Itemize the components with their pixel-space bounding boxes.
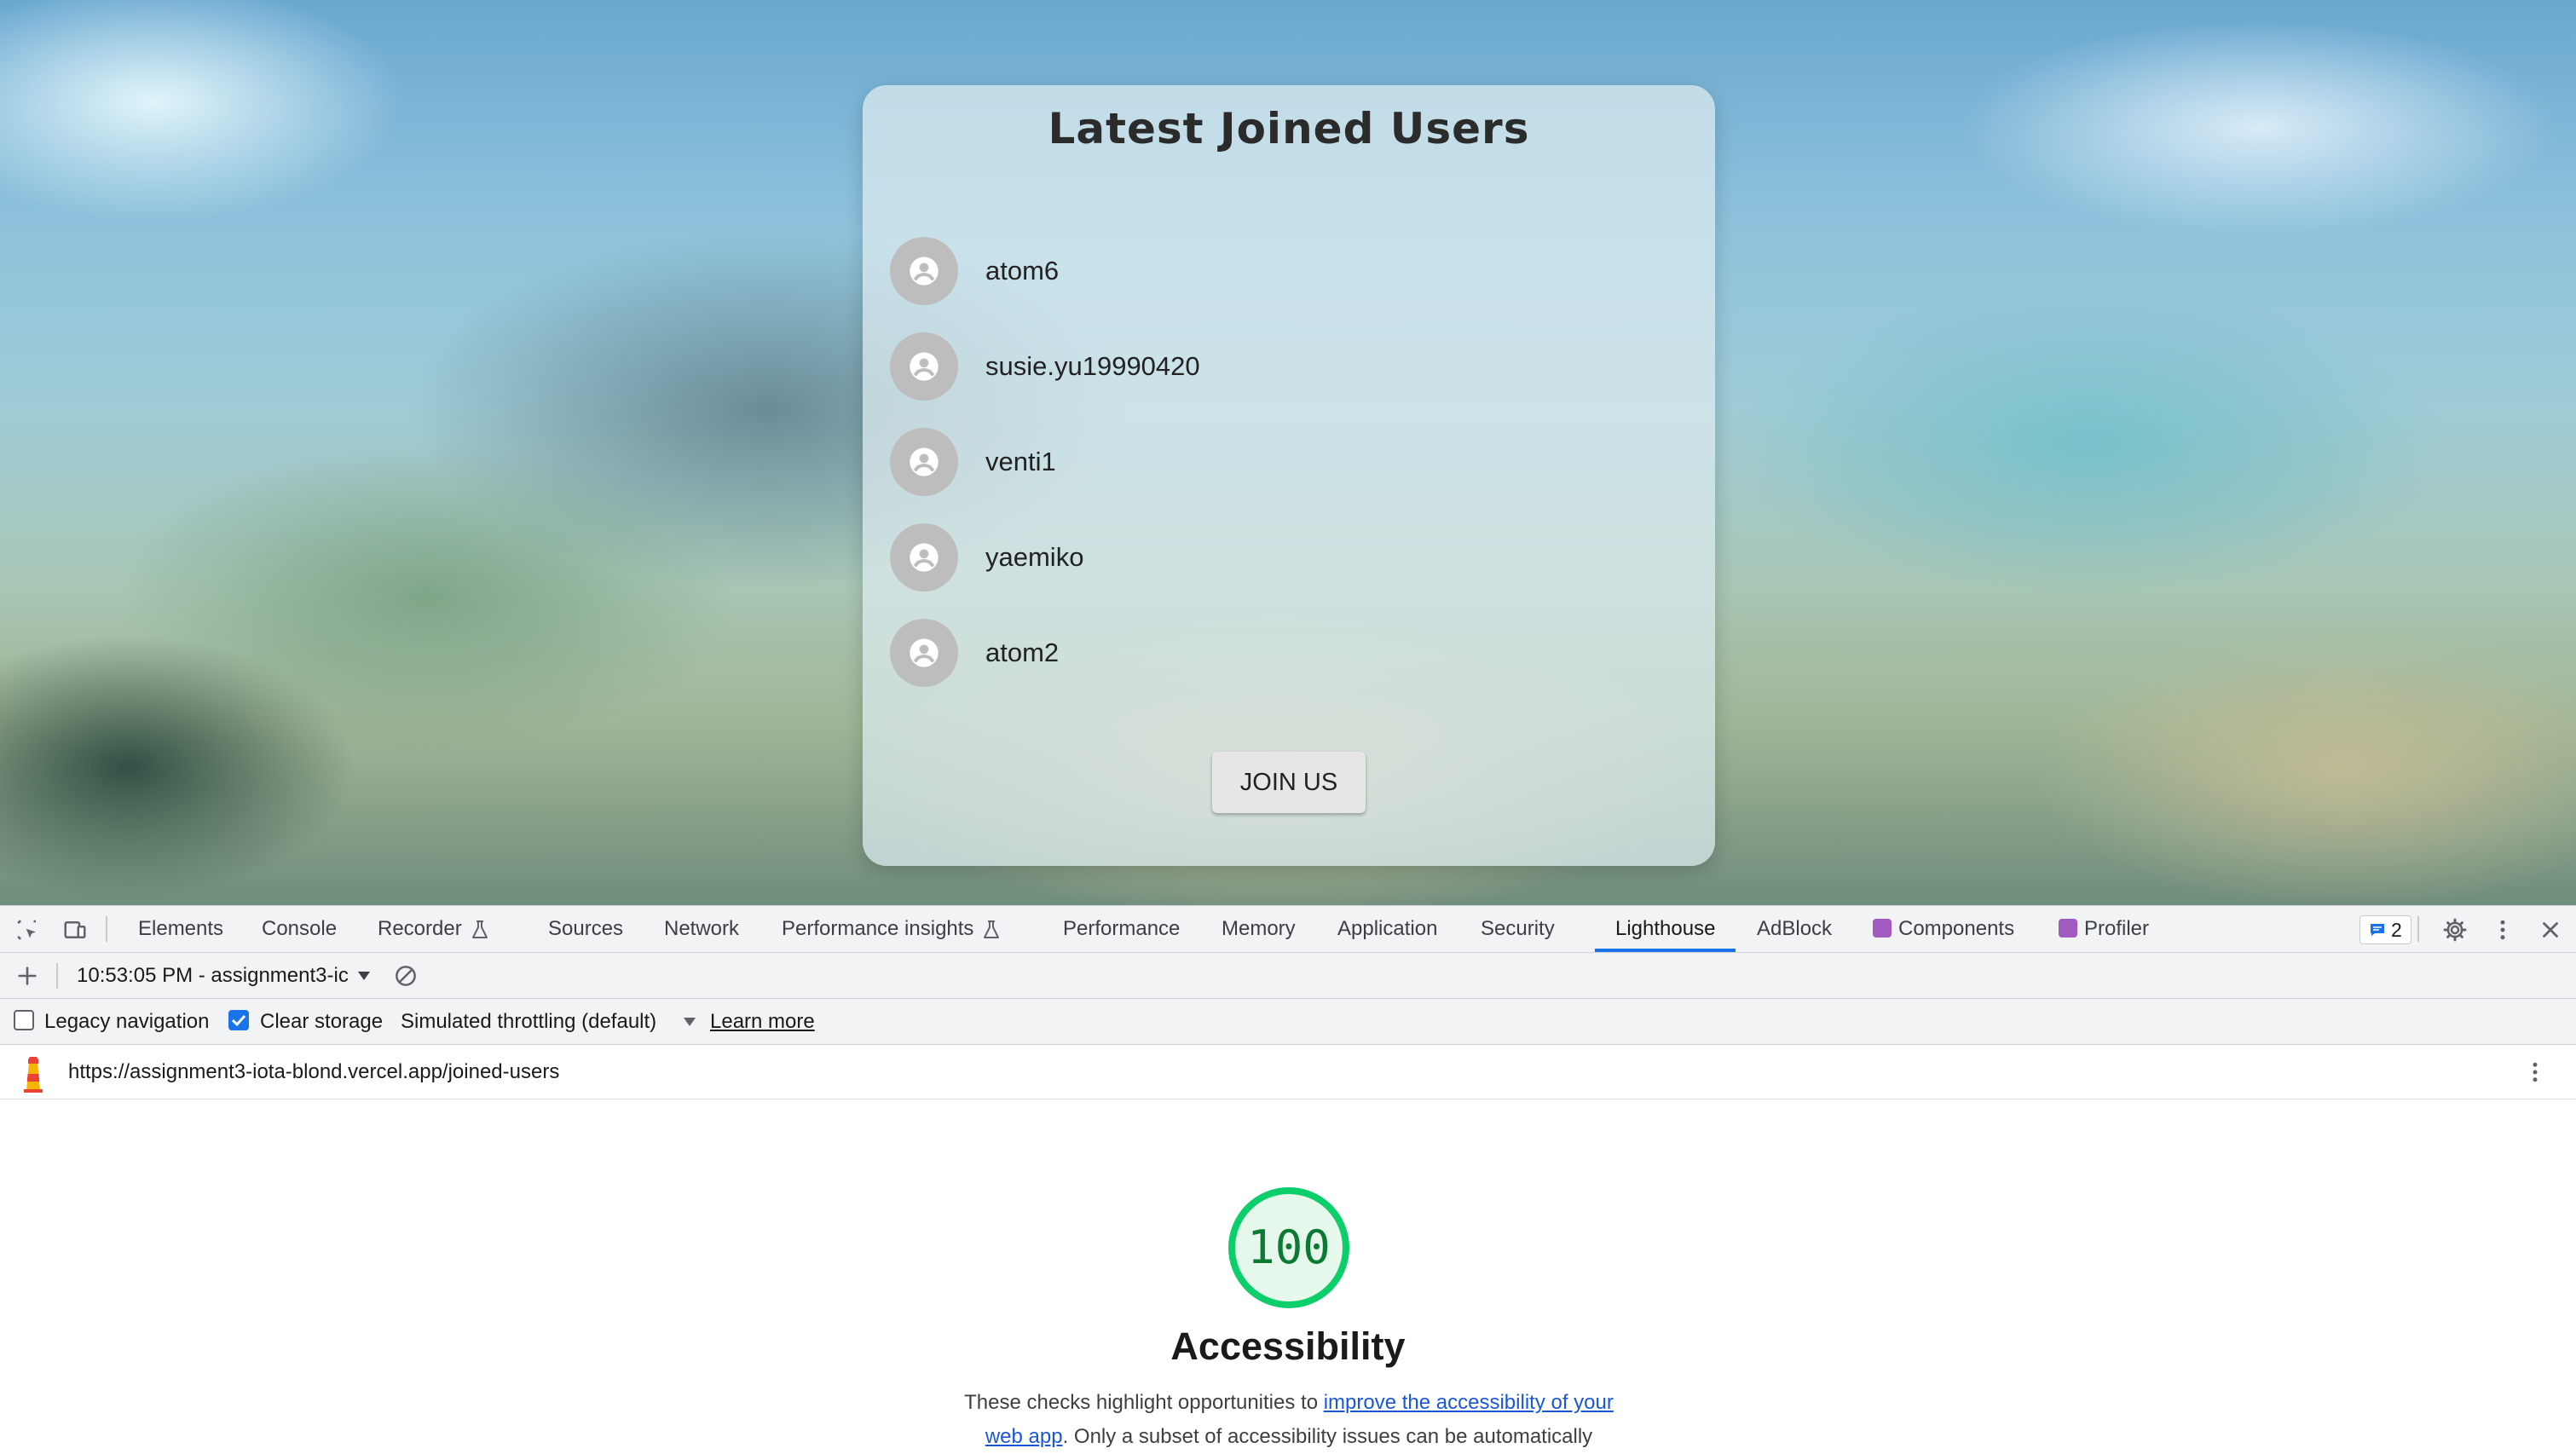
page-viewport: Latest Joined Users atom6 susie.yu199904…: [0, 0, 2576, 905]
learn-more-link[interactable]: Learn more: [710, 999, 815, 1044]
chevron-down-icon: [357, 972, 370, 980]
joined-users-card: Latest Joined Users atom6 susie.yu199904…: [863, 85, 1715, 866]
card-title: Latest Joined Users: [1048, 104, 1530, 153]
chevron-down-icon: [684, 1018, 696, 1026]
report-select[interactable]: 10:53:05 PM - assignment3-ic: [77, 953, 372, 998]
avatar: [890, 619, 958, 687]
report-select-value: 10:53:05 PM - assignment3-ic: [77, 964, 349, 987]
devtools-panel: Elements Console Recorder Sources Networ…: [0, 905, 2576, 1448]
avatar: [890, 332, 958, 401]
toolbar-divider: [106, 916, 107, 942]
issues-count: 2: [2391, 919, 2402, 941]
description-text: . Only a subset of accessibility issues …: [1062, 1425, 1593, 1448]
react-extension-icon: [2059, 918, 2077, 938]
lighthouse-icon: [19, 1055, 48, 1097]
report-url-bar: https://assignment3-iota-blond.vercel.ap…: [0, 1045, 2576, 1099]
tab-components[interactable]: Components: [1873, 906, 2014, 952]
tab-label: Profiler: [2084, 917, 2150, 940]
gear-icon[interactable]: [2441, 916, 2469, 943]
list-item[interactable]: susie.yu19990420: [890, 319, 1200, 414]
flask-icon: [471, 920, 488, 938]
react-extension-icon: [1873, 918, 1892, 938]
list-item[interactable]: yaemiko: [890, 510, 1200, 605]
category-description: These checks highlight opportunities to …: [946, 1386, 1632, 1454]
username: atom2: [985, 638, 1060, 667]
message-icon: [2371, 924, 2384, 936]
clear-storage-checkbox[interactable]: [228, 1010, 249, 1030]
issues-button[interactable]: 2: [2359, 915, 2411, 944]
lighthouse-options-bar: Legacy navigation Clear storage Simulate…: [0, 999, 2576, 1045]
user-icon: [910, 638, 939, 667]
plus-icon[interactable]: [14, 962, 41, 990]
avatar: [890, 428, 958, 496]
throttling-dropdown[interactable]: [682, 999, 697, 1044]
more-options-icon[interactable]: [2521, 1059, 2549, 1086]
user-icon: [910, 543, 939, 572]
lighthouse-report: 100 Accessibility These checks highlight…: [0, 1099, 2576, 1448]
devtools-tab-bar: Elements Console Recorder Sources Networ…: [0, 905, 2576, 953]
tab-memory[interactable]: Memory: [1222, 906, 1296, 952]
avatar: [890, 237, 958, 305]
more-options-icon[interactable]: [2489, 916, 2516, 943]
tab-profiler[interactable]: Profiler: [2059, 906, 2149, 952]
tab-console[interactable]: Console: [262, 906, 337, 952]
list-item[interactable]: atom6: [890, 223, 1200, 319]
user-icon: [910, 257, 939, 286]
list-item[interactable]: atom2: [890, 605, 1200, 701]
list-item[interactable]: venti1: [890, 414, 1200, 510]
tab-security[interactable]: Security: [1481, 906, 1555, 952]
toolbar-divider: [56, 963, 58, 989]
legacy-navigation-label: Legacy navigation: [44, 1010, 210, 1033]
close-icon[interactable]: [2537, 916, 2564, 943]
username: atom6: [985, 256, 1060, 286]
tab-label: Performance insights: [782, 917, 974, 940]
username: yaemiko: [985, 542, 1084, 572]
tab-performance-insights[interactable]: Performance insights: [782, 906, 1001, 952]
report-url: https://assignment3-iota-blond.vercel.ap…: [68, 1060, 560, 1083]
throttling-status: Simulated throttling (default): [401, 1010, 657, 1033]
clear-icon[interactable]: [392, 962, 419, 990]
user-icon: [910, 352, 939, 381]
score-value: 100: [1247, 1220, 1331, 1274]
tab-network[interactable]: Network: [664, 906, 739, 952]
device-toolbar-icon[interactable]: [61, 916, 89, 943]
tab-label: Recorder: [378, 917, 462, 940]
tab-performance[interactable]: Performance: [1063, 906, 1180, 952]
user-icon: [910, 447, 939, 476]
toolbar-divider: [2417, 916, 2419, 942]
inspect-element-icon[interactable]: [14, 916, 41, 943]
user-list: atom6 susie.yu19990420 venti1 yaemiko at…: [890, 223, 1200, 701]
category-title: Accessibility: [1170, 1324, 1406, 1368]
tab-label: Components: [1898, 917, 2015, 940]
description-text: These checks highlight opportunities to: [964, 1391, 1324, 1414]
username: susie.yu19990420: [985, 351, 1200, 381]
tab-lighthouse[interactable]: Lighthouse: [1594, 906, 1736, 952]
flask-icon: [984, 920, 1000, 938]
avatar: [890, 523, 958, 591]
legacy-navigation-checkbox[interactable]: [14, 1010, 34, 1030]
lighthouse-toolbar: 10:53:05 PM - assignment3-ic: [0, 953, 2576, 999]
tab-adblock[interactable]: AdBlock: [1757, 906, 1832, 952]
join-us-button[interactable]: JOIN US: [1212, 752, 1366, 813]
tab-sources[interactable]: Sources: [548, 906, 623, 952]
username: venti1: [985, 447, 1056, 476]
tab-application[interactable]: Application: [1337, 906, 1437, 952]
tab-recorder[interactable]: Recorder: [378, 906, 489, 952]
clear-storage-label: Clear storage: [260, 1010, 384, 1033]
tab-elements[interactable]: Elements: [138, 906, 223, 952]
